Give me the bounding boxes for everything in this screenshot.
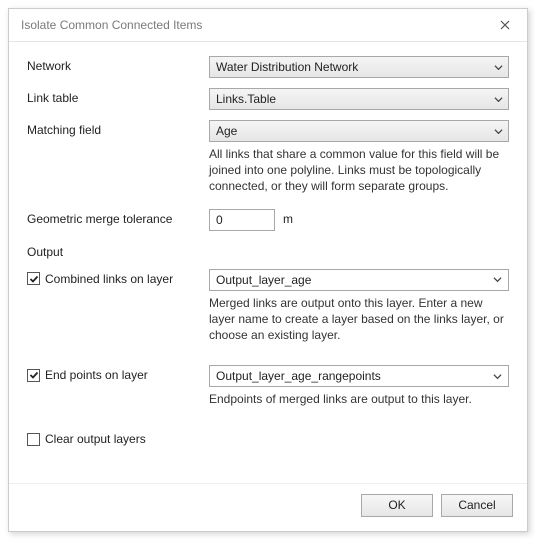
- endpoints-layer-value: Output_layer_age_rangepoints: [216, 369, 381, 383]
- clear-output-label: Clear output layers: [45, 432, 146, 446]
- network-value: Water Distribution Network: [216, 60, 358, 74]
- link-table-dropdown[interactable]: Links.Table: [209, 88, 509, 110]
- combined-checkbox[interactable]: Combined links on layer: [27, 272, 173, 286]
- endpoints-label: End points on layer: [45, 368, 148, 382]
- geom-tol-value: 0: [216, 213, 223, 227]
- matching-field-dropdown[interactable]: Age: [209, 120, 509, 142]
- link-table-value: Links.Table: [216, 92, 276, 106]
- chevron-down-icon: [492, 61, 504, 73]
- close-icon[interactable]: [491, 15, 519, 35]
- geom-tol-label: Geometric merge tolerance: [27, 209, 209, 226]
- cancel-button[interactable]: Cancel: [441, 494, 513, 517]
- chevron-down-icon: [492, 125, 504, 137]
- check-icon: [27, 369, 40, 382]
- check-icon: [27, 272, 40, 285]
- matching-field-label: Matching field: [27, 120, 209, 137]
- geom-tol-input[interactable]: 0: [209, 209, 275, 231]
- geom-tol-unit: m: [283, 209, 293, 226]
- dialog-footer: OK Cancel: [9, 483, 527, 531]
- output-heading: Output: [27, 245, 509, 259]
- titlebar: Isolate Common Connected Items: [9, 9, 527, 42]
- endpoints-checkbox[interactable]: End points on layer: [27, 368, 148, 382]
- matching-field-desc: All links that share a common value for …: [209, 146, 509, 195]
- endpoints-layer-combo[interactable]: Output_layer_age_rangepoints: [209, 365, 509, 387]
- window-title: Isolate Common Connected Items: [21, 18, 202, 32]
- endpoints-desc: Endpoints of merged links are output to …: [209, 391, 509, 407]
- combined-layer-value: Output_layer_age: [216, 273, 311, 287]
- link-table-label: Link table: [27, 88, 209, 105]
- chevron-down-icon: [490, 369, 504, 383]
- dialog-window: Isolate Common Connected Items Network W…: [8, 8, 528, 532]
- network-label: Network: [27, 56, 209, 73]
- combined-desc: Merged links are output onto this layer.…: [209, 295, 509, 344]
- dialog-content: Network Water Distribution Network Link …: [9, 42, 527, 483]
- combined-layer-combo[interactable]: Output_layer_age: [209, 269, 509, 291]
- matching-field-value: Age: [216, 124, 237, 138]
- cancel-label: Cancel: [458, 498, 495, 512]
- checkbox-box: [27, 433, 40, 446]
- chevron-down-icon: [490, 273, 504, 287]
- ok-label: OK: [388, 498, 405, 512]
- ok-button[interactable]: OK: [361, 494, 433, 517]
- clear-output-checkbox[interactable]: Clear output layers: [27, 432, 146, 446]
- combined-label: Combined links on layer: [45, 272, 173, 286]
- network-dropdown[interactable]: Water Distribution Network: [209, 56, 509, 78]
- chevron-down-icon: [492, 93, 504, 105]
